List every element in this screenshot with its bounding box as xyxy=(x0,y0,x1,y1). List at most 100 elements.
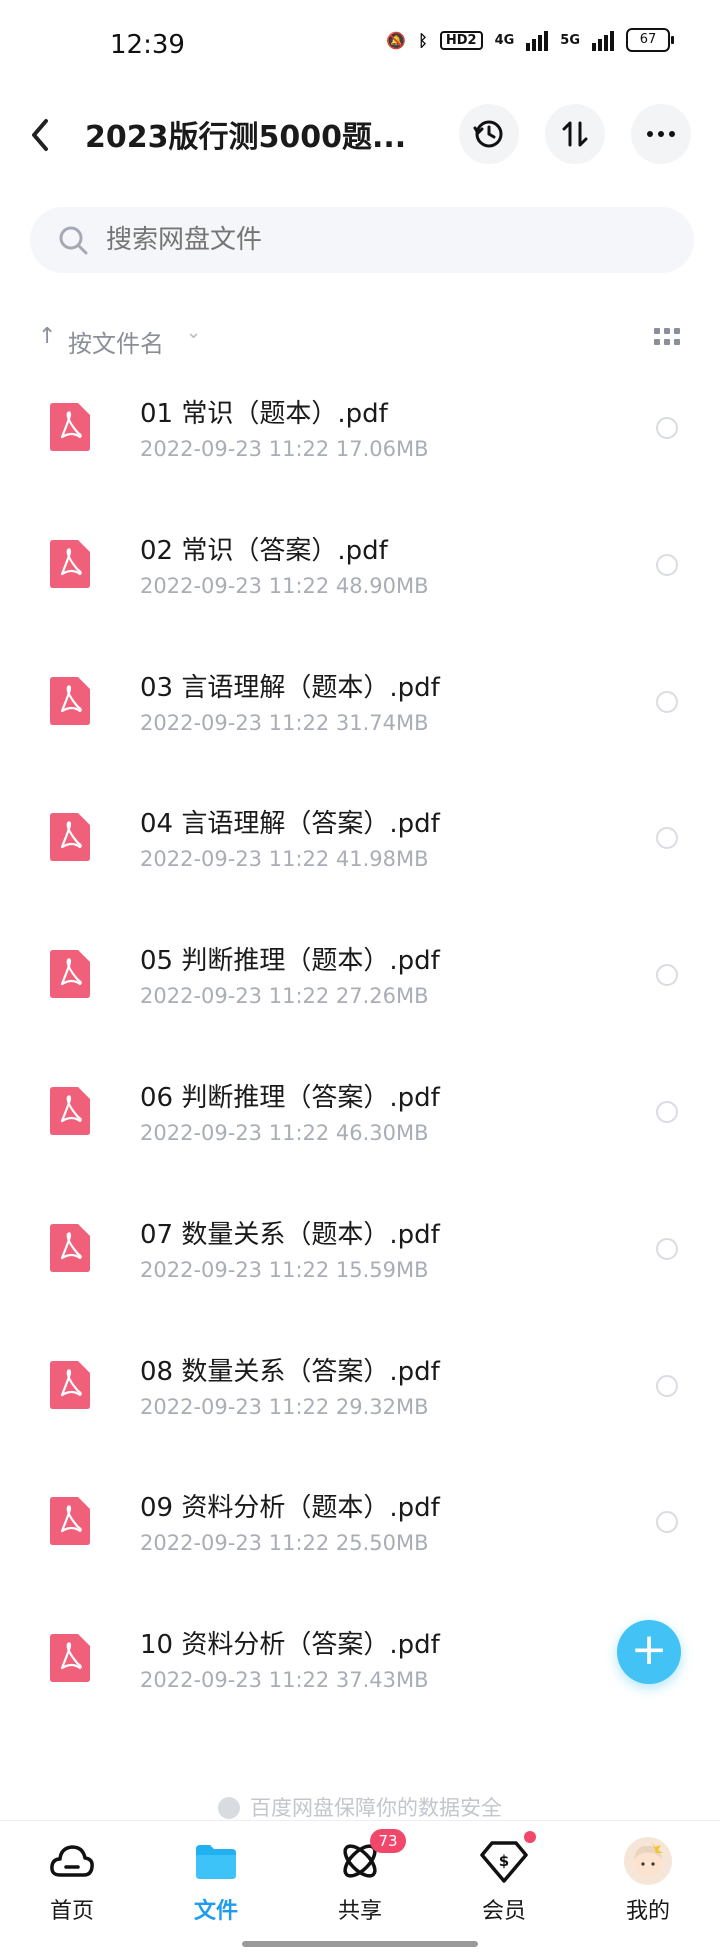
security-note: 百度网盘保障你的数据安全 xyxy=(0,1792,720,1822)
header: 2023版行测5000题... xyxy=(0,90,720,190)
signal-icon xyxy=(526,29,549,51)
list-item[interactable]: 07 数量关系（题本）.pdf 2022-09-23 11:22 15.59MB xyxy=(0,1194,720,1331)
pdf-file-icon xyxy=(50,950,90,999)
history-icon xyxy=(473,120,503,148)
sort-bar: ↑ 按文件名 ⌄ xyxy=(0,318,720,364)
back-button[interactable] xyxy=(30,112,70,158)
avatar xyxy=(624,1837,672,1885)
list-item[interactable]: 05 判断推理（题本）.pdf 2022-09-23 11:22 27.26MB xyxy=(0,920,720,1057)
file-name: 04 言语理解（答案）.pdf xyxy=(140,809,440,840)
list-item[interactable]: 03 言语理解（题本）.pdf 2022-09-23 11:22 31.74MB xyxy=(0,647,720,784)
file-name: 08 数量关系（答案）.pdf xyxy=(140,1356,440,1387)
tab-files[interactable]: 文件 xyxy=(156,1837,276,1925)
pdf-file-icon xyxy=(50,1223,90,1272)
search-bar[interactable] xyxy=(30,207,694,273)
tab-mine[interactable]: 我的 xyxy=(588,1837,708,1925)
more-icon xyxy=(647,131,675,137)
vip-notification-dot xyxy=(524,1831,536,1843)
tab-label: 首页 xyxy=(49,1899,94,1924)
plus-icon: + xyxy=(630,1624,668,1675)
file-name: 09 资料分析（题本）.pdf xyxy=(140,1493,440,1524)
page-title: 2023版行测5000题... xyxy=(85,120,405,155)
select-radio[interactable] xyxy=(656,1237,678,1260)
file-meta: 2022-09-23 11:22 25.50MB xyxy=(140,1531,429,1556)
network-4g-label: 4G xyxy=(494,32,515,48)
folder-icon xyxy=(192,1837,240,1885)
file-name: 02 常识（答案）.pdf xyxy=(140,535,388,566)
select-radio[interactable] xyxy=(656,964,678,987)
hd-voice-icon: HD2 xyxy=(439,30,483,50)
cloud-icon xyxy=(48,1837,96,1885)
file-meta: 2022-09-23 11:22 37.43MB xyxy=(140,1668,429,1693)
select-radio[interactable] xyxy=(656,827,678,850)
select-radio[interactable] xyxy=(656,1511,678,1534)
pdf-file-icon xyxy=(50,1634,90,1683)
file-meta: 2022-09-23 11:22 15.59MB xyxy=(140,1257,429,1282)
add-button[interactable]: + xyxy=(617,1620,681,1684)
file-name: 01 常识（题本）.pdf xyxy=(140,399,388,429)
file-name: 05 判断推理（题本）.pdf xyxy=(140,946,440,977)
tab-label: 我的 xyxy=(625,1899,670,1924)
select-radio[interactable] xyxy=(656,1100,678,1123)
list-item[interactable]: 04 言语理解（答案）.pdf 2022-09-23 11:22 41.98MB xyxy=(0,783,720,920)
tab-home[interactable]: 首页 xyxy=(12,1837,132,1925)
security-note-text: 百度网盘保障你的数据安全 xyxy=(250,1796,502,1820)
file-meta: 2022-09-23 11:22 29.32MB xyxy=(140,1394,429,1419)
pdf-file-icon xyxy=(50,1360,90,1409)
file-meta: 2022-09-23 11:22 48.90MB xyxy=(140,573,429,598)
pdf-file-icon xyxy=(50,1497,90,1546)
list-item[interactable]: 02 常识（答案）.pdf 2022-09-23 11:22 48.90MB xyxy=(0,510,720,647)
list-item[interactable]: 08 数量关系（答案）.pdf 2022-09-23 11:22 29.32MB xyxy=(0,1331,720,1468)
status-bar: 12:39 🔕 ᛒ HD2 4G 5G 67 xyxy=(0,0,720,90)
pdf-file-icon xyxy=(50,403,90,451)
bluetooth-icon: ᛒ xyxy=(418,30,428,50)
share-icon: 73 xyxy=(336,1829,406,1885)
select-radio[interactable] xyxy=(656,417,678,439)
mute-icon: 🔕 xyxy=(386,30,407,50)
chevron-left-icon xyxy=(32,119,48,151)
home-indicator[interactable] xyxy=(242,1941,478,1947)
select-radio[interactable] xyxy=(656,553,678,576)
status-time: 12:39 xyxy=(110,30,185,60)
tab-share[interactable]: 73 共享 xyxy=(300,1829,420,1925)
pdf-file-icon xyxy=(50,1086,90,1135)
search-icon xyxy=(59,226,88,255)
share-badge: 73 xyxy=(370,1829,406,1853)
grid-view-icon[interactable] xyxy=(654,328,680,346)
shield-icon xyxy=(218,1797,240,1819)
pdf-file-icon xyxy=(50,539,90,588)
list-item[interactable]: 10 资料分析（答案）.pdf 2022-09-23 11:22 37.43MB xyxy=(0,1604,720,1741)
file-name: 03 言语理解（题本）.pdf xyxy=(140,672,440,703)
select-radio[interactable] xyxy=(656,1374,678,1397)
tab-label: 共享 xyxy=(337,1899,382,1924)
status-icons: 🔕 ᛒ HD2 4G 5G 67 xyxy=(386,28,674,52)
sort-arrow-icon[interactable]: ↑ xyxy=(38,324,56,349)
pdf-file-icon xyxy=(50,813,90,862)
file-meta: 2022-09-23 11:22 17.06MB xyxy=(140,437,429,461)
bottom-tab-bar: 首页 文件 73 共享 $ 会员 我的 xyxy=(0,1820,720,1954)
tab-label: 会员 xyxy=(481,1899,526,1924)
file-name: 06 判断推理（答案）.pdf xyxy=(140,1082,440,1113)
file-meta: 2022-09-23 11:22 46.30MB xyxy=(140,1120,429,1145)
list-item[interactable]: 06 判断推理（答案）.pdf 2022-09-23 11:22 46.30MB xyxy=(0,1057,720,1194)
more-button[interactable] xyxy=(631,104,691,164)
sort-toggle-button[interactable] xyxy=(545,104,605,164)
history-button[interactable] xyxy=(459,104,519,164)
tab-vip[interactable]: $ 会员 xyxy=(444,1831,564,1925)
file-meta: 2022-09-23 11:22 41.98MB xyxy=(140,847,429,872)
select-radio[interactable] xyxy=(656,690,678,713)
file-meta: 2022-09-23 11:22 27.26MB xyxy=(140,984,429,1009)
sort-label[interactable]: 按文件名 xyxy=(68,324,164,359)
file-meta: 2022-09-23 11:22 31.74MB xyxy=(140,710,429,735)
file-name: 07 数量关系（题本）.pdf xyxy=(140,1219,440,1250)
search-input[interactable] xyxy=(106,207,666,273)
chevron-down-icon[interactable]: ⌄ xyxy=(186,322,201,343)
pdf-file-icon xyxy=(50,676,90,725)
list-item[interactable]: 09 资料分析（题本）.pdf 2022-09-23 11:22 25.50MB xyxy=(0,1467,720,1604)
tab-label: 文件 xyxy=(193,1899,238,1924)
signal-icon-2 xyxy=(592,29,614,51)
vip-icon: $ xyxy=(480,1831,536,1885)
file-list: 01 常识（题本）.pdf 2022-09-23 11:22 17.06MB 0… xyxy=(0,373,720,1741)
svg-text:$: $ xyxy=(499,1852,509,1870)
list-item[interactable]: 01 常识（题本）.pdf 2022-09-23 11:22 17.06MB xyxy=(0,373,720,510)
